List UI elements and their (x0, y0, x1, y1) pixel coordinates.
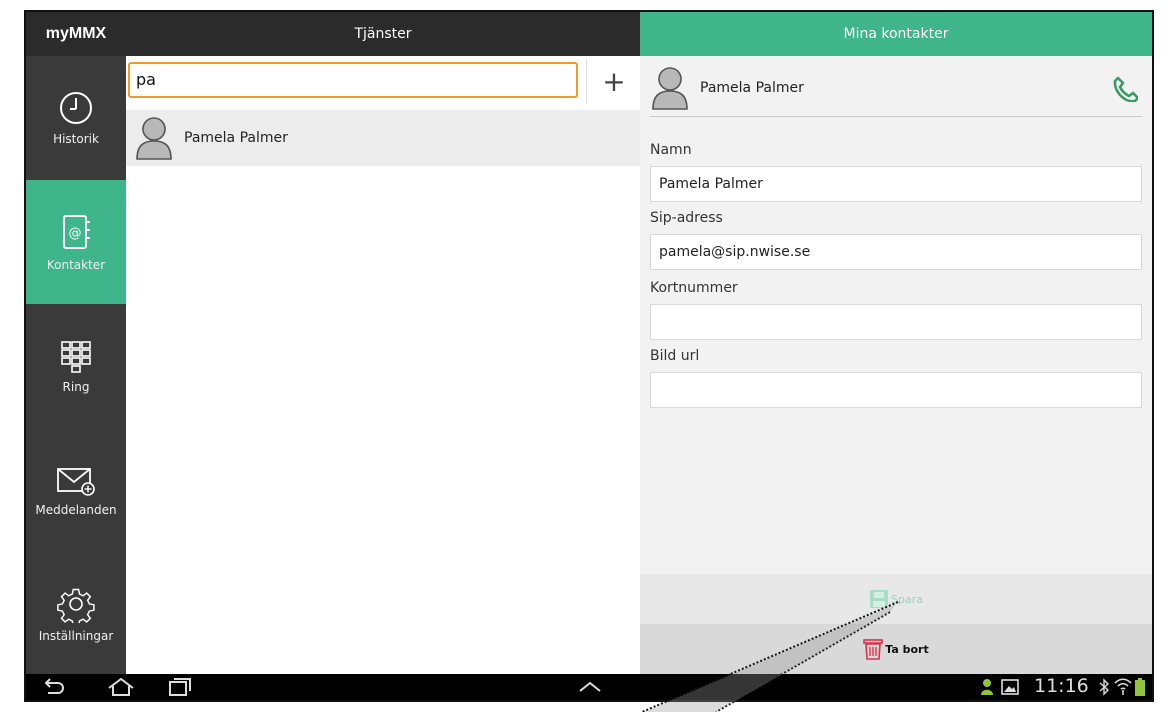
image-url-field[interactable] (650, 372, 1142, 408)
search-input[interactable]: pa (128, 62, 578, 98)
trash-icon (863, 639, 884, 660)
save-button[interactable]: Spara (640, 574, 1152, 624)
name-field[interactable]: Pamela Palmer (650, 166, 1142, 202)
image-url-label: Bild url (650, 348, 700, 364)
sidebar-item-label: Ring (62, 380, 90, 394)
sidebar-item-historik[interactable]: Historik (26, 56, 126, 180)
sidebar-item-label: Inställningar (38, 629, 114, 643)
contact-title: Pamela Palmer (700, 80, 804, 96)
my-contacts-header: Mina kontakter (640, 12, 1152, 56)
gear-icon (57, 588, 95, 623)
recent-apps-icon[interactable] (166, 677, 194, 697)
sidebar-item-meddelanden[interactable]: Meddelanden (26, 428, 126, 552)
short-number-field[interactable] (650, 304, 1142, 340)
clock-icon (60, 92, 92, 124)
home-icon[interactable] (106, 677, 136, 697)
avatar-icon (136, 117, 172, 160)
address-book-icon: @ (63, 215, 90, 249)
sidebar-item-ring[interactable]: Ring (26, 304, 126, 428)
floppy-icon (870, 590, 889, 608)
app-logo: myMMX (26, 12, 126, 56)
envelope-icon (57, 468, 95, 496)
avatar-icon (652, 67, 688, 110)
sidebar: myMMX Historik @ Kontakter Ring Meddelan… (26, 12, 126, 674)
wifi-icon (1114, 678, 1132, 695)
svg-text:@: @ (69, 226, 82, 241)
chevron-up-icon[interactable] (576, 677, 604, 697)
phone-icon[interactable] (1112, 76, 1138, 102)
sidebar-item-label: Meddelanden (35, 503, 117, 517)
sidebar-item-label: Historik (53, 132, 99, 146)
dialpad-icon (61, 341, 91, 373)
sidebar-item-installningar[interactable]: Inställningar (26, 552, 126, 676)
battery-icon (1135, 678, 1145, 696)
system-navigation-bar: 11:16 (26, 674, 1152, 700)
delete-label: Ta bort (885, 642, 929, 656)
services-header: Tjänster (126, 12, 640, 56)
contact-header: Pamela Palmer (650, 60, 1142, 117)
back-icon[interactable] (40, 677, 66, 697)
save-label: Spara (891, 592, 923, 606)
bluetooth-icon (1099, 678, 1110, 696)
sidebar-item-label: Kontakter (46, 258, 106, 272)
contact-name: Pamela Palmer (184, 130, 288, 146)
status-clock: 11:16 (1034, 675, 1089, 697)
tablet-screen: myMMX Historik @ Kontakter Ring Meddelan… (24, 10, 1154, 702)
person-status-icon (981, 679, 993, 695)
name-label: Namn (650, 142, 692, 158)
results-list (126, 166, 640, 674)
delete-button[interactable]: Ta bort (640, 624, 1152, 674)
contact-detail: Pamela Palmer Namn Pamela Palmer Sip-adr… (640, 56, 1152, 674)
sip-address-field[interactable]: pamela@sip.nwise.se (650, 234, 1142, 270)
short-number-label: Kortnummer (650, 280, 738, 296)
list-item[interactable]: Pamela Palmer (126, 110, 640, 167)
add-contact-button[interactable]: + (586, 58, 641, 104)
sip-address-label: Sip-adress (650, 210, 723, 226)
sidebar-item-kontakter[interactable]: @ Kontakter (26, 180, 126, 304)
image-status-icon (1001, 679, 1019, 695)
